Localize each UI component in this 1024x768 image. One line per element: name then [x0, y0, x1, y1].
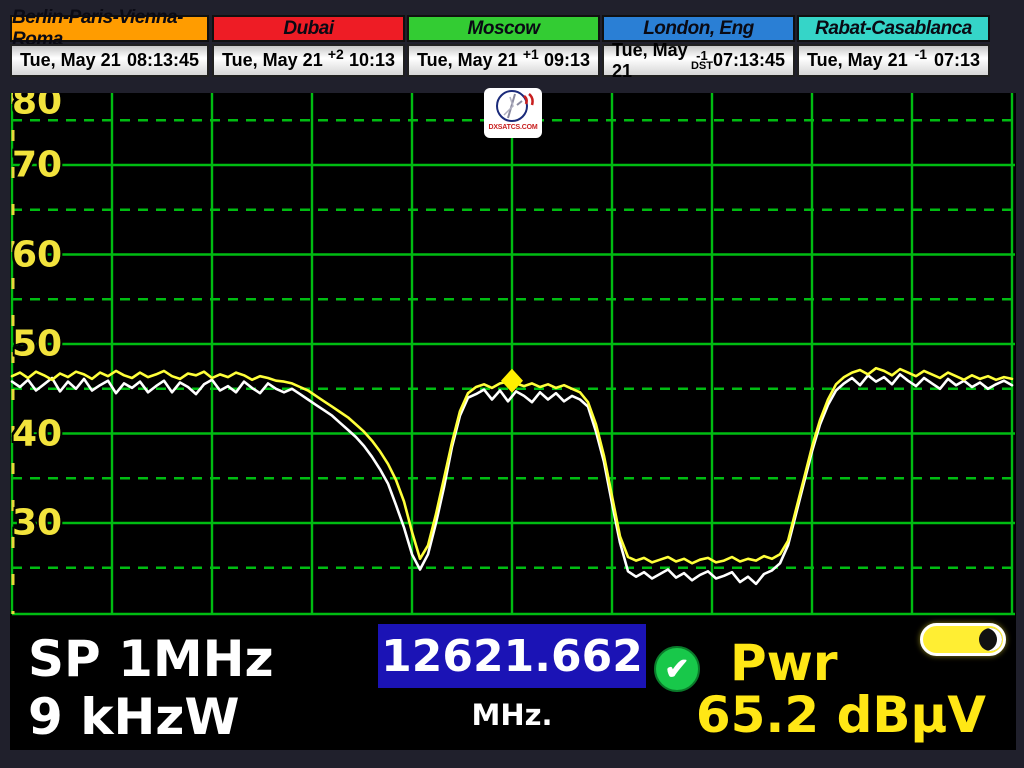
- y-axis-tick-label: 50: [12, 324, 62, 365]
- clock-city-header: Berlin-Paris-Vienna-Roma: [10, 15, 209, 42]
- spectrum-analyzer-screen: Berlin-Paris-Vienna-Roma Tue, May 21 08:13…: [0, 0, 1024, 768]
- y-axis-tick-label: 60: [12, 234, 62, 275]
- dst-label: DST: [691, 61, 713, 71]
- clock-city-header: Dubai: [212, 15, 405, 42]
- clock-time-cell: Tue, May 21 +1 09:13: [407, 44, 600, 77]
- frequency-readout-box[interactable]: 12621.662: [378, 624, 646, 688]
- y-axis-tick-label: 80: [12, 93, 62, 123]
- frequency-unit-label: MHz.: [378, 698, 646, 732]
- frequency-value: 12621.662: [381, 631, 643, 682]
- clock-date: Tue, May 21: [20, 50, 121, 71]
- satellite-dish-icon: [491, 88, 535, 126]
- clock-time: 07:13:45: [713, 50, 785, 71]
- clock-time: 07:13: [934, 50, 980, 71]
- spectrum-chart: 80 70 60 50 40 30: [10, 93, 1016, 617]
- dxsatcs-logo: DXSATCS.COM: [484, 88, 542, 138]
- clock-time-cell: Tue, May 21-1DST07:13:45: [602, 44, 795, 77]
- timezone-offset: -1: [696, 51, 708, 61]
- timezone-offset: +1: [523, 46, 539, 62]
- y-axis-tick-label: 40: [12, 413, 62, 454]
- y-axis-tick-label: 30: [12, 503, 62, 544]
- clock-time: 09:13: [544, 50, 590, 71]
- clock-city-header: Rabat-Casablanca: [797, 15, 990, 42]
- clock-date: Tue, May 21: [222, 50, 323, 71]
- clock-time: 10:13: [349, 50, 395, 71]
- power-toggle[interactable]: [920, 623, 1006, 656]
- clock-date: Tue, May 21: [417, 50, 518, 71]
- toggle-knob-icon: [979, 628, 1002, 651]
- power-label: Pwr: [730, 634, 838, 692]
- spectrum-grid-and-traces: [10, 93, 1016, 617]
- clock-date: Tue, May 21: [612, 40, 691, 82]
- timezone-offset: +2: [328, 46, 344, 62]
- clock-time-cell: Tue, May 21 -1 07:13: [797, 44, 990, 77]
- timezone-offset: -1: [915, 46, 927, 62]
- y-axis-tick-label: 70: [12, 145, 62, 186]
- clock-time-cell: Tue, May 21 08:13:45: [10, 44, 209, 77]
- clock-city-header: London, Eng: [602, 15, 795, 42]
- clock-date: Tue, May 21: [807, 50, 908, 71]
- span-setting-label: SP 1MHz: [28, 630, 274, 688]
- clock-city-header: Moscow: [407, 15, 600, 42]
- lock-check-icon: ✔: [654, 646, 700, 692]
- power-value: 65.2 dBµV: [696, 686, 986, 744]
- clock-time-cell: Tue, May 21 +2 10:13: [212, 44, 405, 77]
- dst-offset-indicator: -1DST: [691, 51, 713, 71]
- logo-caption: DXSATCS.COM: [488, 124, 537, 131]
- clock-time: 08:13:45: [127, 50, 199, 71]
- bandwidth-setting-label: 9 kHzW: [28, 688, 240, 746]
